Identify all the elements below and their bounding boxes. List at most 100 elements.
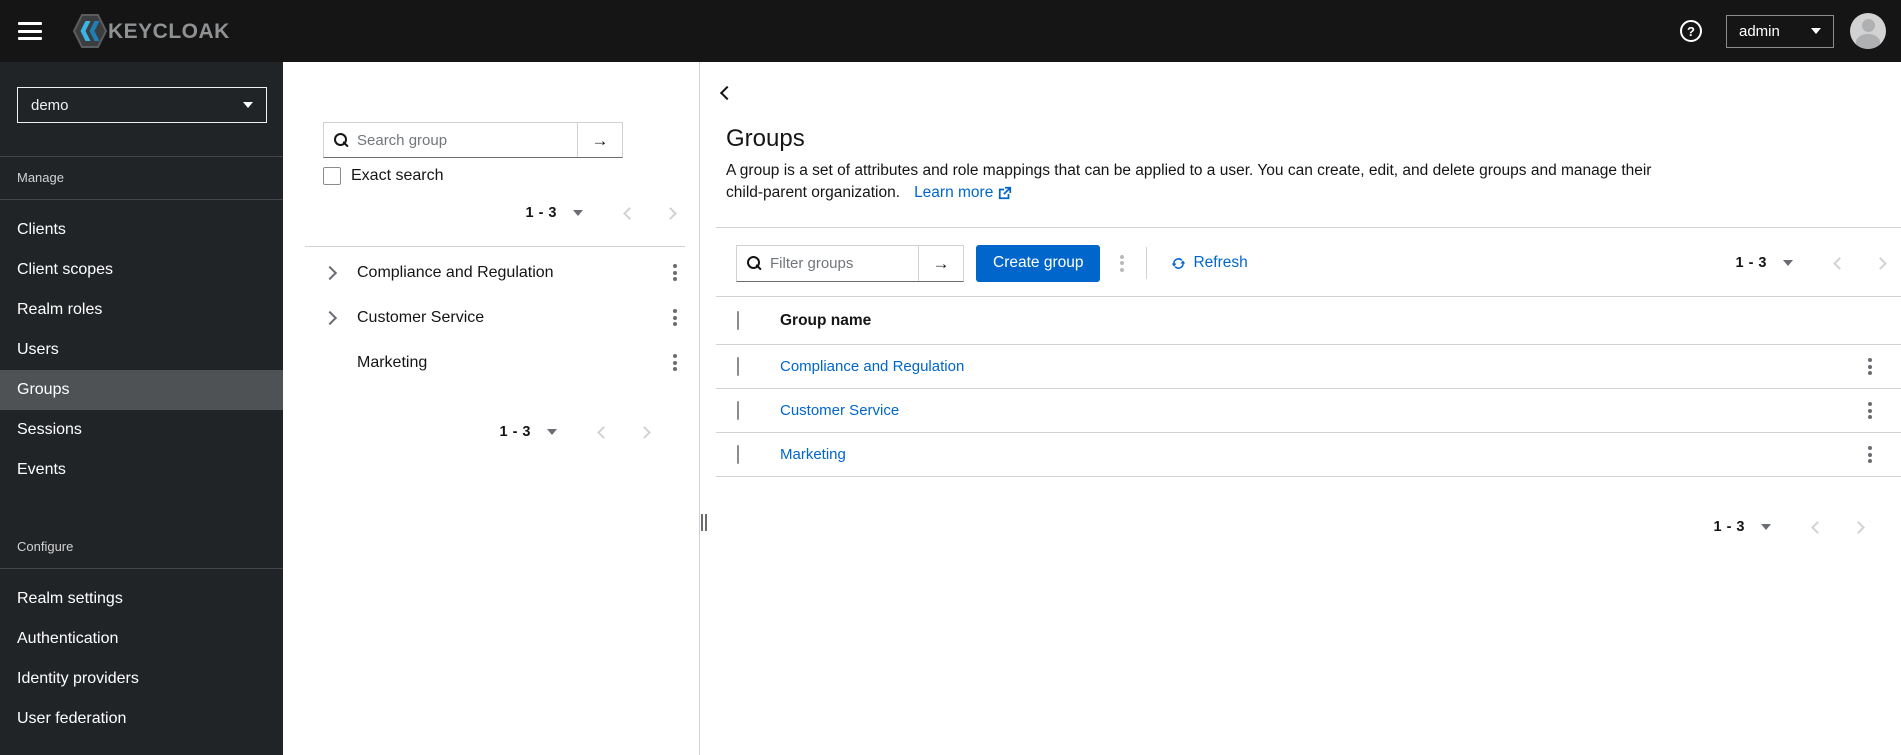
groups-toolbar: → Create group Refresh 1 - 3 — [716, 244, 1887, 282]
arrow-right-icon: → — [932, 253, 950, 273]
sidebar-item-client-scopes[interactable]: Client scopes — [0, 250, 283, 290]
page-description: A group is a set of attributes and role … — [726, 160, 1885, 204]
chevron-right-icon[interactable] — [322, 310, 338, 325]
brand-text: KEYCLOAK — [108, 20, 230, 43]
row-checkbox[interactable] — [737, 400, 739, 420]
tree-pagination-bottom: 1 - 3 — [323, 417, 651, 447]
toolbar-kebab-menu-icon[interactable] — [1116, 251, 1128, 276]
pagination-range: 1 - 3 — [1713, 519, 1745, 535]
refresh-icon — [1172, 257, 1186, 269]
realm-select[interactable]: demo — [17, 87, 267, 123]
chevron-down-icon[interactable] — [1761, 524, 1771, 530]
pagination-prev-icon[interactable] — [1811, 520, 1824, 534]
help-icon[interactable]: ? — [1680, 20, 1702, 42]
group-link[interactable]: Marketing — [780, 446, 846, 463]
search-icon — [747, 255, 762, 271]
description-line2: child-parent organization. — [726, 184, 901, 201]
external-link-icon — [999, 186, 1012, 200]
tree-item-label[interactable]: Compliance and Regulation — [357, 264, 554, 282]
hamburger-menu-icon[interactable] — [18, 22, 42, 40]
groups-tree-panel: → Exact search 1 - 3 Compliance and Regu… — [283, 62, 708, 755]
table-header-row: Group name — [716, 297, 1901, 345]
groups-table: Group name Compliance and Regulation Cus… — [716, 296, 1901, 477]
pagination-prev-icon[interactable] — [623, 206, 636, 220]
create-group-button[interactable]: Create group — [976, 244, 1101, 282]
table-row: Marketing — [716, 433, 1901, 477]
realm-selector-container: demo — [0, 62, 283, 157]
keycloak-logo-graphic: KEYCLOAK — [72, 14, 230, 48]
tree-item[interactable]: Customer Service — [322, 295, 685, 340]
pagination-next-icon[interactable] — [638, 425, 651, 439]
sidebar-item-identity-providers[interactable]: Identity providers — [0, 659, 283, 699]
nav-section-manage: Manage Clients Client scopes Realm roles… — [0, 157, 283, 490]
sidebar-item-realm-settings[interactable]: Realm settings — [0, 579, 283, 619]
pagination-next-icon[interactable] — [664, 206, 677, 220]
table-pagination-bottom: 1 - 3 — [716, 512, 1865, 542]
pagination-range: 1 - 3 — [499, 424, 531, 440]
filter-input-group: → — [736, 244, 964, 282]
kebab-menu-icon[interactable] — [669, 305, 681, 330]
pagination-next-icon[interactable] — [1874, 256, 1887, 270]
row-checkbox[interactable] — [737, 356, 739, 376]
group-link[interactable]: Compliance and Regulation — [780, 358, 964, 375]
refresh-button[interactable]: Refresh — [1171, 254, 1248, 272]
pagination-prev-icon[interactable] — [597, 425, 610, 439]
tree-item-label[interactable]: Customer Service — [357, 309, 484, 327]
filter-submit-button[interactable]: → — [918, 245, 963, 281]
exact-search-checkbox[interactable] — [323, 167, 341, 185]
exact-search-label[interactable]: Exact search — [351, 167, 443, 185]
keycloak-logo: KEYCLOAK — [72, 13, 242, 49]
sidebar: demo Manage Clients Client scopes Realm … — [0, 62, 283, 755]
table-row: Compliance and Regulation — [716, 345, 1901, 389]
kebab-menu-icon[interactable] — [1864, 398, 1876, 423]
sidebar-item-events[interactable]: Events — [0, 450, 283, 490]
avatar[interactable] — [1850, 13, 1886, 49]
groups-tree-list: Compliance and Regulation Customer Servi… — [322, 250, 685, 385]
collapse-panel-button[interactable] — [719, 85, 735, 101]
exact-search-row: Exact search — [323, 167, 685, 185]
search-submit-button[interactable]: → — [577, 123, 622, 157]
panel-drag-handle[interactable] — [700, 513, 708, 532]
pagination-range: 1 - 3 — [1735, 255, 1767, 271]
kebab-menu-icon[interactable] — [669, 350, 681, 375]
chevron-down-icon[interactable] — [1783, 260, 1793, 266]
group-link[interactable]: Customer Service — [780, 402, 899, 419]
filter-groups-input[interactable] — [770, 254, 918, 272]
main-content: Groups A group is a set of attributes an… — [700, 62, 1901, 755]
nav-section-configure: Configure Realm settings Authentication … — [0, 526, 283, 739]
pagination-next-icon[interactable] — [1852, 520, 1865, 534]
kebab-menu-icon[interactable] — [1864, 354, 1876, 379]
pagination-prev-icon[interactable] — [1833, 256, 1846, 270]
chevron-left-icon — [719, 85, 735, 101]
search-group-input[interactable] — [357, 131, 577, 149]
masthead: KEYCLOAK ? admin — [0, 0, 1901, 62]
sidebar-item-user-federation[interactable]: User federation — [0, 699, 283, 739]
sidebar-item-users[interactable]: Users — [0, 330, 283, 370]
nav-section-title: Configure — [0, 526, 283, 569]
tree-item[interactable]: Compliance and Regulation — [322, 250, 685, 295]
chevron-down-icon[interactable] — [573, 210, 583, 216]
kebab-menu-icon[interactable] — [1864, 442, 1876, 467]
tree-item[interactable]: Marketing — [323, 340, 685, 385]
realm-select-value: demo — [31, 96, 69, 114]
chevron-down-icon[interactable] — [547, 429, 557, 435]
tree-pagination-top: 1 - 3 — [323, 198, 677, 228]
kebab-menu-icon[interactable] — [669, 260, 681, 285]
page-title: Groups — [726, 125, 805, 152]
select-all-checkbox[interactable] — [737, 310, 739, 330]
user-dropdown[interactable]: admin — [1726, 14, 1834, 48]
sidebar-item-clients[interactable]: Clients — [0, 210, 283, 250]
column-header-group-name: Group name — [780, 311, 872, 329]
nav-section-title: Manage — [0, 157, 283, 200]
sidebar-item-authentication[interactable]: Authentication — [0, 619, 283, 659]
learn-more-link[interactable]: Learn more — [914, 182, 1012, 204]
chevron-down-icon — [1811, 28, 1821, 34]
sidebar-item-realm-roles[interactable]: Realm roles — [0, 290, 283, 330]
sidebar-item-groups[interactable]: Groups — [0, 370, 283, 410]
chevron-right-icon[interactable] — [322, 265, 338, 280]
tree-item-label[interactable]: Marketing — [357, 354, 427, 372]
sidebar-item-sessions[interactable]: Sessions — [0, 410, 283, 450]
table-row: Customer Service — [716, 389, 1901, 433]
row-checkbox[interactable] — [737, 444, 739, 464]
search-icon — [334, 132, 349, 148]
